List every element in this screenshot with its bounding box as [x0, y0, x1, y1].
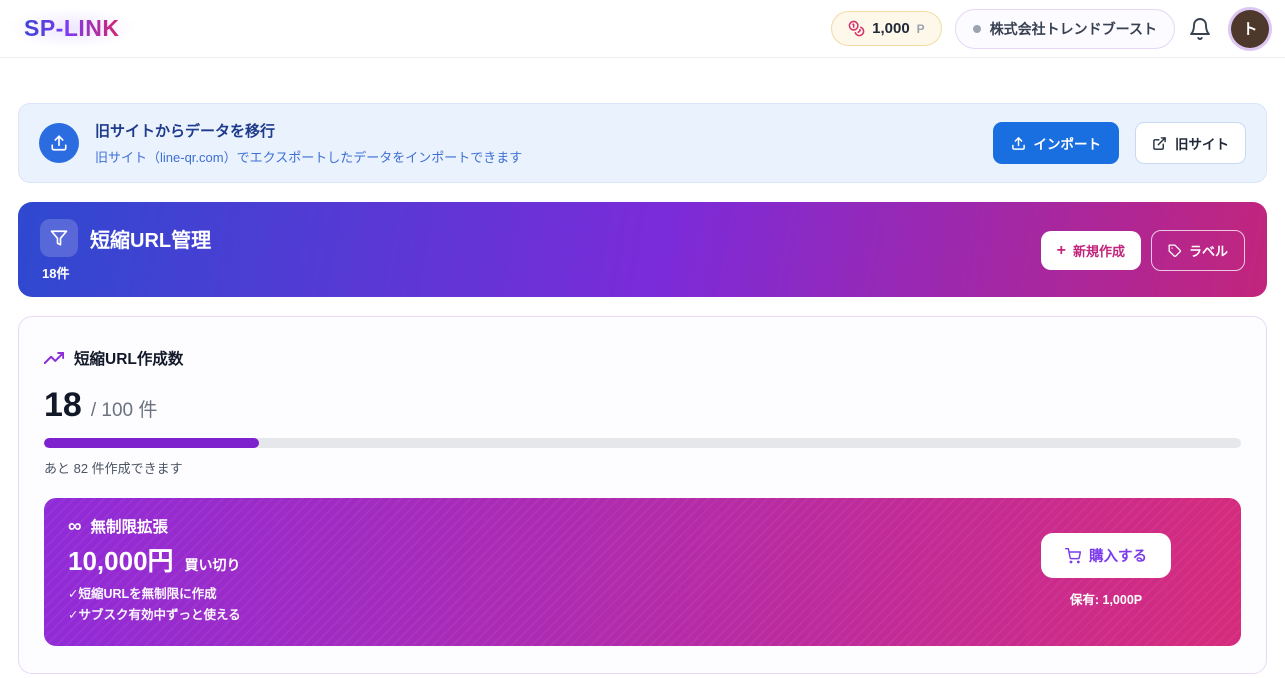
old-site-button-label: 旧サイト	[1175, 133, 1229, 153]
usage-remaining-text: あと 82 件作成できます	[44, 458, 1241, 477]
migration-description: 旧サイト（line-qr.com）でエクスポートしたデータをインポートできます	[95, 147, 522, 166]
old-site-button[interactable]: 旧サイト	[1135, 122, 1246, 164]
upgrade-purchase-area: 購入する 保有: 1,000P	[1041, 533, 1217, 608]
usage-limit: / 100 件	[91, 395, 158, 422]
migration-banner: 旧サイトからデータを移行 旧サイト（line-qr.com）でエクスポートしたデ…	[18, 103, 1267, 183]
upgrade-price-note: 買い切り	[185, 555, 241, 575]
points-unit: P	[917, 22, 925, 36]
usage-progress-track	[44, 438, 1241, 448]
buy-button-label: 購入する	[1089, 545, 1147, 566]
migration-title: 旧サイトからデータを移行	[95, 120, 522, 141]
buy-button[interactable]: 購入する	[1041, 533, 1171, 578]
upload-icon	[1011, 136, 1026, 151]
usage-count: 18 / 100 件	[44, 388, 1241, 422]
usage-card: 短縮URL作成数 18 / 100 件 あと 82 件作成できます ∞ 無制限拡…	[18, 316, 1267, 674]
avatar-initial: ト	[1242, 18, 1257, 39]
migration-text: 旧サイトからデータを移行 旧サイト（line-qr.com）でエクスポートしたデ…	[95, 120, 522, 166]
upload-icon-circle	[39, 123, 79, 163]
user-avatar[interactable]: ト	[1231, 10, 1269, 48]
app-header: SP-LINK 1,000 P 株式会社トレンドブースト ト	[0, 0, 1285, 58]
infinity-icon: ∞	[68, 517, 82, 536]
upgrade-price: 10,000円 買い切り	[68, 548, 241, 575]
label-button-label: ラベル	[1189, 241, 1228, 260]
create-new-button-label: 新規作成	[1073, 241, 1125, 260]
upgrade-feature: ✓短縮URLを無制限に作成	[68, 584, 241, 605]
upgrade-title: 無制限拡張	[91, 515, 169, 537]
company-name: 株式会社トレンドブースト	[990, 19, 1157, 39]
filter-icon-box	[40, 219, 78, 257]
trending-up-icon	[44, 348, 64, 368]
usage-progress-fill	[44, 438, 259, 448]
company-badge[interactable]: 株式会社トレンドブースト	[955, 9, 1175, 49]
label-button[interactable]: ラベル	[1151, 230, 1245, 271]
plus-icon: +	[1057, 243, 1066, 259]
unlimited-upgrade-card: ∞ 無制限拡張 10,000円 買い切り ✓短縮URLを無制限に作成 ✓サブスク…	[44, 498, 1241, 646]
import-button-label: インポート	[1034, 133, 1102, 153]
url-count: 18件	[42, 263, 211, 282]
points-value: 1,000	[872, 20, 910, 37]
url-manager-actions: + 新規作成 ラベル	[1041, 219, 1245, 282]
upgrade-feature-list: ✓短縮URLを無制限に作成 ✓サブスク有効中ずっと使える	[68, 584, 241, 627]
upgrade-feature: ✓サブスク有効中ずっと使える	[68, 605, 241, 626]
page-title: 短縮URL管理	[90, 224, 211, 253]
status-dot	[973, 25, 981, 33]
usage-card-title: 短縮URL作成数	[74, 347, 183, 369]
page-content: 旧サイトからデータを移行 旧サイト（line-qr.com）でエクスポートしたデ…	[0, 58, 1285, 678]
upload-icon	[50, 134, 68, 152]
import-button[interactable]: インポート	[993, 122, 1120, 164]
point-balance: 保有: 1,000P	[1070, 589, 1142, 608]
url-manager-heading: 短縮URL管理 18件	[40, 219, 211, 282]
create-new-button[interactable]: + 新規作成	[1041, 231, 1141, 270]
points-badge[interactable]: 1,000 P	[831, 11, 942, 46]
coins-icon	[848, 20, 865, 37]
header-actions: 1,000 P 株式会社トレンドブースト ト	[831, 9, 1269, 49]
app-logo[interactable]: SP-LINK	[24, 15, 120, 41]
filter-icon	[50, 229, 68, 247]
logo-glow: SP-LINK	[10, 9, 134, 48]
upgrade-details: ∞ 無制限拡張 10,000円 買い切り ✓短縮URLを無制限に作成 ✓サブスク…	[68, 515, 241, 627]
usage-current: 18	[44, 388, 82, 422]
url-manager-banner: 短縮URL管理 18件 + 新規作成 ラベル	[18, 202, 1267, 297]
tag-icon	[1168, 244, 1182, 258]
upgrade-price-value: 10,000円	[68, 548, 174, 574]
notifications-button[interactable]	[1188, 16, 1214, 42]
bell-icon	[1188, 17, 1212, 41]
external-link-icon	[1152, 136, 1167, 151]
cart-icon	[1065, 548, 1081, 564]
